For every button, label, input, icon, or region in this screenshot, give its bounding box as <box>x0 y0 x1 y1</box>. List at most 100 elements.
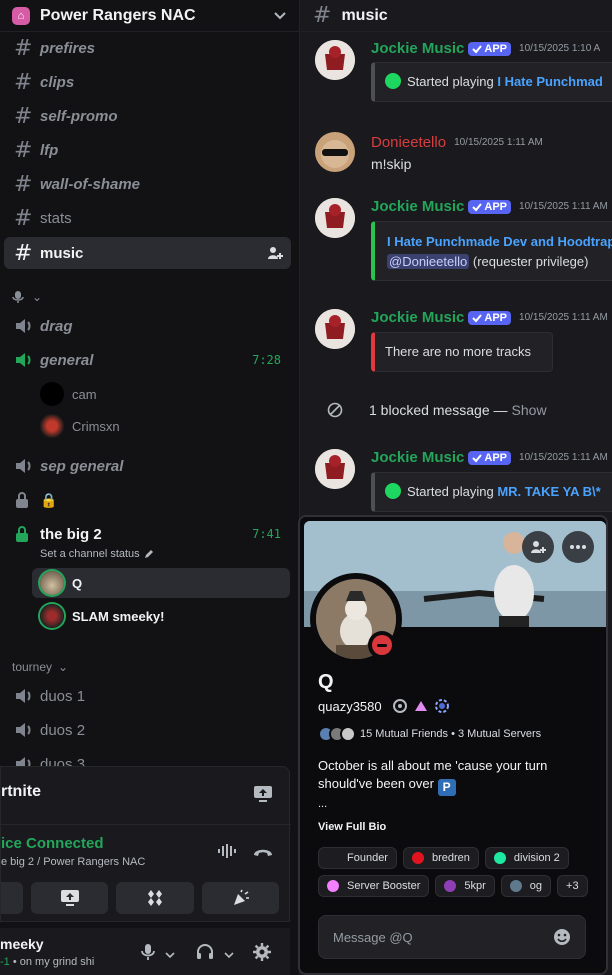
voice-user[interactable]: SLAM smeeky! <box>40 603 164 629</box>
avatar[interactable] <box>315 449 355 489</box>
app-badge-label: APP <box>484 451 508 464</box>
screen-share-icon[interactable] <box>253 785 273 808</box>
track-link[interactable]: I Hate Punchmad <box>497 74 602 89</box>
channel-status-hint[interactable]: Set a channel status <box>40 548 154 560</box>
role-pill[interactable]: Founder <box>318 847 397 869</box>
voice-category-header[interactable]: ⌄ <box>12 290 42 304</box>
voice-channel-the-big-2[interactable]: the big 2 7:41 <box>4 518 291 550</box>
avatar[interactable] <box>315 132 355 172</box>
hash-icon: # <box>14 35 33 61</box>
avatar <box>40 604 64 628</box>
check-icon <box>472 202 483 211</box>
voice-channel-drag[interactable]: drag <box>4 310 291 342</box>
message-header: Jockie Music APP 10/15/2025 1:11 AM <box>371 309 608 326</box>
gear-icon[interactable] <box>252 942 272 967</box>
voice-channel-sep-general[interactable]: sep general <box>4 450 291 482</box>
check-icon <box>472 313 483 322</box>
role-pill[interactable]: division 2 <box>484 847 569 869</box>
more-roles-pill[interactable]: +3 <box>557 875 588 897</box>
voice-user[interactable]: cam <box>40 381 97 407</box>
nitro-triangle-icon <box>414 701 427 711</box>
author-name[interactable]: Jockie Music <box>371 449 464 466</box>
channel-self-promo[interactable]: # self-promo <box>4 100 291 132</box>
voice-timer: 7:28 <box>252 353 281 367</box>
add-friend-button[interactable] <box>522 531 554 563</box>
role-color-dot <box>493 852 506 864</box>
status-text: • on my grind shi <box>12 956 95 968</box>
user-panel: meeky -1 • on my grind shi <box>0 928 290 975</box>
profile-bio: October is all about me 'cause your turn… <box>318 757 588 796</box>
channel-music[interactable]: # music <box>4 237 291 269</box>
role-pill[interactable]: bredren <box>402 847 479 869</box>
avatar <box>40 414 64 438</box>
screen-share-icon <box>60 890 79 906</box>
channel-prefires[interactable]: # prefires <box>4 32 291 64</box>
avatar[interactable] <box>315 198 355 238</box>
channel-label: 🔒 <box>40 491 58 508</box>
noise-suppression-icon[interactable] <box>217 842 237 865</box>
track-link[interactable]: I Hate Punchmade Dev and Hoodtrap <box>387 234 612 249</box>
voice-user-name: cam <box>72 386 97 402</box>
voice-user-name: Q <box>72 575 83 591</box>
chevron-down-icon[interactable] <box>224 946 234 964</box>
app-badge: APP <box>468 310 512 325</box>
channel-clips[interactable]: # clips <box>4 66 291 98</box>
track-link[interactable]: MR. TAKE YA B\* <box>497 484 600 499</box>
activities-icon <box>148 890 162 906</box>
avatar[interactable] <box>315 40 355 80</box>
author-name[interactable]: Jockie Music <box>371 309 464 326</box>
chevron-down-icon[interactable] <box>273 8 287 24</box>
headphones-icon[interactable] <box>196 943 214 966</box>
parking-emoji-icon: P <box>437 778 456 796</box>
voice-channel-duos-1[interactable]: duos 1 <box>4 680 291 712</box>
author-name[interactable]: Donieetello <box>371 134 446 151</box>
author-name[interactable]: Jockie Music <box>371 40 464 57</box>
show-blocked-link[interactable]: Show <box>512 402 547 418</box>
disconnect-icon[interactable] <box>252 845 274 863</box>
soundboard-button[interactable] <box>202 882 279 914</box>
role-name: Server Booster <box>347 880 421 892</box>
category-tourney[interactable]: tourney ⌄ <box>12 660 68 674</box>
profile-username[interactable]: quazy3580 <box>318 699 382 714</box>
channel-wall-of-shame[interactable]: # wall-of-shame <box>4 168 291 200</box>
author-name[interactable]: Jockie Music <box>371 198 464 215</box>
microphone-icon[interactable] <box>140 943 156 966</box>
discord-window: ⌂ Power Rangers NAC # prefires # clips #… <box>0 0 612 975</box>
screen-share-button[interactable] <box>31 882 108 914</box>
role-name: Founder <box>347 852 388 864</box>
view-full-bio-link[interactable]: View Full Bio <box>318 821 386 833</box>
voice-channel-duos-2[interactable]: duos 2 <box>4 714 291 746</box>
lock-icon <box>14 491 40 509</box>
message-placeholder: Message @Q <box>333 929 413 945</box>
avatar <box>40 382 64 406</box>
lock-icon <box>14 525 40 543</box>
voice-channel-general[interactable]: general 7:28 <box>4 344 291 376</box>
role-pill[interactable]: og <box>500 875 552 897</box>
user-mention[interactable]: @Donieetello <box>387 254 470 269</box>
camera-button[interactable] <box>1 882 23 914</box>
voice-user-selected[interactable]: Q <box>32 568 290 598</box>
voice-user[interactable]: Crimsxn <box>40 413 120 439</box>
blocked-text: 1 blocked message — <box>369 402 508 418</box>
activities-button[interactable] <box>116 882 194 914</box>
chevron-down-icon[interactable] <box>165 946 175 964</box>
app-badge: APP <box>468 199 512 214</box>
role-color-dot <box>444 880 457 892</box>
add-member-icon[interactable] <box>267 245 283 261</box>
mutual-info[interactable]: 15 Mutual Friends • 3 Mutual Servers <box>318 726 541 742</box>
voice-channel-locked[interactable]: 🔒 <box>4 484 291 516</box>
chat-header: # music <box>301 0 612 32</box>
hash-icon: # <box>14 137 33 163</box>
server-header[interactable]: ⌂ Power Rangers NAC <box>0 0 299 32</box>
channel-lfp[interactable]: # lfp <box>4 134 291 166</box>
role-pill[interactable]: 5kpr <box>435 875 495 897</box>
role-pill[interactable]: Server Booster <box>318 875 430 897</box>
bio-line: October is all about me 'cause your turn <box>318 758 548 773</box>
more-options-button[interactable] <box>562 531 594 563</box>
avatar[interactable] <box>315 309 355 349</box>
role-color-dot <box>327 852 339 864</box>
emoji-icon[interactable] <box>553 928 571 946</box>
channel-stats[interactable]: # stats <box>4 202 291 234</box>
profile-message-input[interactable]: Message @Q <box>318 915 586 959</box>
channel-label: lfp <box>40 141 59 159</box>
